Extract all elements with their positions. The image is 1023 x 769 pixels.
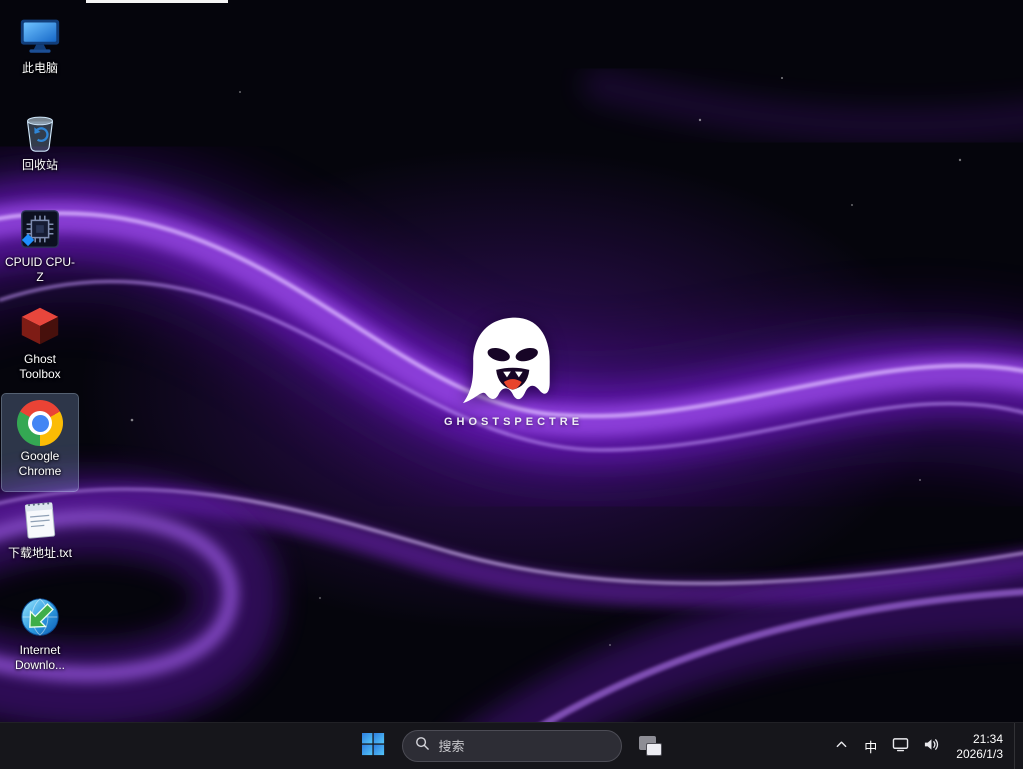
chrome-icon [16, 399, 64, 447]
desktop-icon-label: 下载地址.txt [8, 546, 72, 561]
chevron-up-icon [835, 738, 848, 756]
desktop-icon-cpu-z[interactable]: CPUID CPU-Z [2, 200, 78, 297]
ghost-toolbox-icon [16, 302, 64, 350]
recycle-bin-icon [16, 108, 64, 156]
desktop-icon-column: 此电脑 回收站 [2, 6, 78, 685]
text-file-icon [16, 496, 64, 544]
desktop-icon-label: Internet Downlo... [2, 643, 78, 673]
clock-time: 21:34 [973, 732, 1003, 747]
desktop-icon-download-txt[interactable]: 下载地址.txt [2, 491, 78, 588]
taskbar-center-group [353, 726, 671, 766]
stacked-windows-icon [639, 736, 662, 756]
desktop-icon-label: 此电脑 [22, 61, 58, 76]
desktop-icon-recycle-bin[interactable]: 回收站 [2, 103, 78, 200]
idm-icon [16, 593, 64, 641]
desktop-icon-label: 回收站 [22, 158, 58, 173]
network-icon [892, 737, 909, 757]
top-window-edge-sliver [86, 0, 228, 3]
clock-date: 2026/1/3 [956, 747, 1003, 762]
desktop-icon-label: CPUID CPU-Z [2, 255, 78, 285]
wallpaper-logo: GHOSTSPECTRE [440, 310, 583, 428]
volume-button[interactable] [917, 729, 945, 765]
taskbar-search[interactable] [402, 730, 622, 762]
start-button[interactable] [353, 726, 393, 766]
ime-indicator[interactable]: 中 [857, 729, 884, 765]
search-icon [415, 736, 430, 756]
windows-logo-icon [361, 732, 385, 761]
network-button[interactable] [886, 729, 915, 765]
cpu-z-icon [16, 205, 64, 253]
ghost-icon [453, 310, 569, 412]
desktop-icon-this-pc[interactable]: 此电脑 [2, 6, 78, 103]
desktop-icon-google-chrome[interactable]: Google Chrome [2, 394, 78, 491]
task-view-button[interactable] [631, 726, 671, 766]
speaker-icon [923, 737, 939, 757]
desktop[interactable]: GHOSTSPECTRE 此电脑 [0, 0, 1023, 769]
desktop-icon-internet-download-manager[interactable]: Internet Downlo... [2, 588, 78, 685]
this-pc-icon [16, 11, 64, 59]
taskbar: 中 21:34 2026/1/3 [0, 722, 1023, 769]
system-tray: 中 21:34 2026/1/3 [828, 723, 1019, 769]
hidden-icons-button[interactable] [828, 729, 855, 765]
clock[interactable]: 21:34 2026/1/3 [947, 730, 1012, 764]
desktop-icon-ghost-toolbox[interactable]: Ghost Toolbox [2, 297, 78, 394]
desktop-icon-label: Google Chrome [2, 449, 78, 479]
search-input[interactable] [439, 739, 609, 754]
desktop-icon-label: Ghost Toolbox [2, 352, 78, 382]
wallpaper-logo-caption: GHOSTSPECTRE [440, 416, 583, 428]
show-desktop-button[interactable] [1014, 723, 1019, 769]
